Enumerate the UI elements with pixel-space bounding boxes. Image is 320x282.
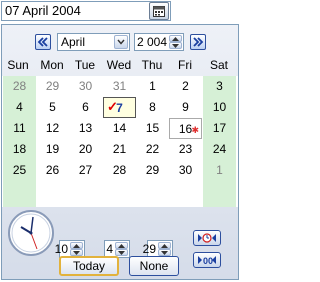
day-cell[interactable]: 15 <box>136 118 169 139</box>
day-cell[interactable]: 22 <box>136 139 169 160</box>
day-cell[interactable]: 20 <box>69 139 102 160</box>
day-cell[interactable]: 27 <box>69 160 102 181</box>
weekday-label: Tue <box>74 58 96 72</box>
day-cell[interactable]: 18 <box>3 139 36 160</box>
weekday-header: Sun Mon Tue Wed Thu Fri Sat <box>2 56 238 74</box>
set-now-icon <box>198 233 216 243</box>
day-cell[interactable]: 29 <box>36 76 69 97</box>
day-cell[interactable]: 30 <box>69 76 102 97</box>
next-month-button[interactable] <box>190 34 206 50</box>
chevron-down-icon <box>117 39 125 45</box>
day-cell[interactable]: 24 <box>203 139 236 160</box>
none-button-label: None <box>139 259 169 273</box>
marked-day-number: 16 <box>178 122 193 136</box>
triangle-down-icon <box>161 251 168 255</box>
clear-time-button[interactable]: 00 <box>193 252 221 268</box>
triangle-up-icon <box>118 244 125 248</box>
weekday-label: Fri <box>178 58 192 72</box>
day-cell[interactable]: 26 <box>36 160 69 181</box>
day-cell[interactable]: 28 <box>103 160 136 181</box>
hour-down-button[interactable] <box>70 249 83 256</box>
triangle-down-icon <box>73 251 80 255</box>
calendar-icon <box>153 6 165 17</box>
month-select-value: April <box>61 35 86 49</box>
weekday-label: Sun <box>7 58 29 72</box>
second-value: 29 <box>142 242 156 256</box>
weekday-label: Mon <box>40 58 64 72</box>
year-up-button[interactable] <box>169 35 182 42</box>
second-up-button[interactable] <box>158 242 171 249</box>
day-cell[interactable]: 3 <box>203 76 236 97</box>
day-cell[interactable]: 31 <box>103 76 136 97</box>
weekday-label: Sat <box>209 58 228 72</box>
date-field-value: 07 April 2004 <box>5 3 81 18</box>
minute-up-button[interactable] <box>115 242 128 249</box>
day-cell[interactable]: 28 <box>3 76 36 97</box>
year-down-button[interactable] <box>169 42 182 49</box>
today-day-cell[interactable]: ✓ 7 <box>103 97 136 118</box>
set-now-button[interactable] <box>193 230 221 246</box>
time-section: 10 4 29 00 <box>2 209 238 275</box>
day-cell[interactable]: 1 <box>203 160 236 181</box>
marked-day-cell[interactable]: 16 ✱ <box>169 118 202 139</box>
clear-time-icon: 00 <box>198 256 216 266</box>
day-cell[interactable]: 21 <box>103 139 136 160</box>
month-select-arrow[interactable] <box>114 35 128 49</box>
none-button[interactable]: None <box>129 256 179 276</box>
minute-value: 4 <box>106 242 113 256</box>
hour-up-button[interactable] <box>70 242 83 249</box>
day-cell[interactable]: 5 <box>36 97 69 118</box>
day-cell[interactable]: 1 <box>136 76 169 97</box>
day-cell[interactable]: 13 <box>69 118 102 139</box>
hour-value: 10 <box>54 242 68 256</box>
month-select[interactable]: April <box>57 33 130 51</box>
day-cell[interactable]: 12 <box>36 118 69 139</box>
weekday-label: Wed <box>106 58 132 72</box>
holiday-marker-icon: ✱ <box>191 125 199 135</box>
calendar-dropdown-button[interactable] <box>149 2 169 20</box>
double-chevron-right-icon <box>193 37 204 47</box>
day-cell[interactable]: 14 <box>103 118 136 139</box>
day-cell[interactable]: 9 <box>169 97 202 118</box>
day-cell[interactable]: 8 <box>136 97 169 118</box>
day-cell[interactable]: 30 <box>169 160 202 181</box>
calendar-panel: April 2 004 Sun Mon Tue Wed Thu Fri Sat <box>1 24 239 280</box>
svg-text:00: 00 <box>203 256 213 266</box>
triangle-up-icon <box>73 244 80 248</box>
prev-month-button[interactable] <box>35 34 51 50</box>
triangle-down-icon <box>118 251 125 255</box>
day-cell[interactable]: 25 <box>3 160 36 181</box>
day-cell[interactable]: 10 <box>203 97 236 118</box>
day-cell[interactable]: 29 <box>136 160 169 181</box>
triangle-up-icon <box>172 37 179 41</box>
today-button-label: Today <box>72 259 106 273</box>
triangle-down-icon <box>172 44 179 48</box>
year-spinner[interactable]: 2 004 <box>134 33 184 51</box>
minute-down-button[interactable] <box>115 249 128 256</box>
date-field[interactable]: 07 April 2004 <box>1 1 171 21</box>
analog-clock-icon <box>8 210 54 256</box>
second-down-button[interactable] <box>158 249 171 256</box>
day-cell[interactable]: 23 <box>169 139 202 160</box>
day-cell[interactable]: 11 <box>3 118 36 139</box>
day-cell[interactable]: 4 <box>3 97 36 118</box>
day-cell[interactable]: 6 <box>69 97 102 118</box>
checkmark-icon: ✓ <box>107 99 118 114</box>
day-cell[interactable]: 19 <box>36 139 69 160</box>
day-cell[interactable]: 2 <box>169 76 202 97</box>
double-chevron-left-icon <box>37 37 48 47</box>
today-button[interactable]: Today <box>59 256 119 276</box>
year-value: 2 004 <box>136 35 167 49</box>
day-cell[interactable]: 17 <box>203 118 236 139</box>
weekday-label: Thu <box>141 58 163 72</box>
triangle-up-icon <box>161 244 168 248</box>
